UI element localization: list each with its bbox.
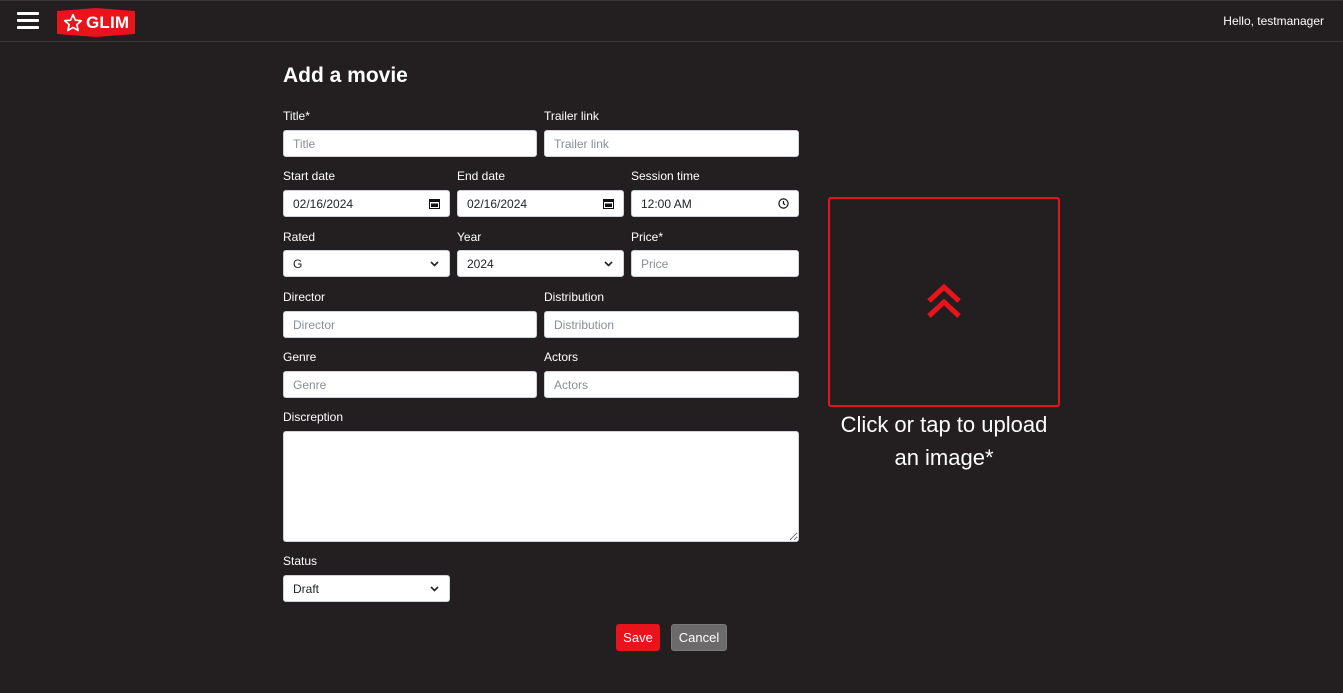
- chevron-down-icon: [428, 583, 440, 595]
- glim-logo[interactable]: GLIM: [57, 8, 135, 37]
- rated-select[interactable]: G: [283, 250, 450, 277]
- upload-text-line2: an image*: [894, 445, 994, 470]
- menu-icon[interactable]: [17, 12, 39, 30]
- trailer-link-input[interactable]: [544, 130, 799, 157]
- status-label: Status: [283, 554, 318, 568]
- director-input[interactable]: [283, 311, 537, 338]
- calendar-icon[interactable]: [428, 198, 440, 210]
- start-date-label: Start date: [283, 169, 336, 183]
- save-button[interactable]: Save: [616, 624, 660, 651]
- chevron-down-icon: [428, 258, 440, 270]
- title-input[interactable]: [283, 130, 537, 157]
- upload-instructions[interactable]: Click or tap to upload an image*: [828, 408, 1060, 474]
- rated-value: G: [293, 256, 303, 271]
- genre-label: Genre: [283, 350, 317, 364]
- calendar-icon[interactable]: [602, 198, 614, 210]
- star-icon: [63, 13, 83, 31]
- description-label: Discreption: [283, 410, 344, 424]
- title-label: Title*: [283, 109, 310, 123]
- session-time-value: 12:00 AM: [641, 196, 692, 211]
- user-greeting: Hello, testmanager: [1223, 14, 1324, 28]
- session-time-label: Session time: [631, 169, 700, 183]
- end-date-input[interactable]: 02/16/2024: [457, 190, 624, 217]
- actors-label: Actors: [544, 350, 579, 364]
- image-upload-dropzone[interactable]: [828, 197, 1060, 407]
- logo-text: GLIM: [86, 12, 130, 32]
- description-textarea[interactable]: [283, 431, 799, 542]
- end-date-label: End date: [457, 169, 506, 183]
- year-label: Year: [457, 230, 482, 244]
- clock-icon[interactable]: [777, 198, 789, 210]
- year-select[interactable]: 2024: [457, 250, 624, 277]
- chevron-down-icon: [602, 258, 614, 270]
- director-label: Director: [283, 290, 326, 304]
- year-value: 2024: [467, 256, 494, 271]
- distribution-label: Distribution: [544, 290, 605, 304]
- start-date-input[interactable]: 02/16/2024: [283, 190, 450, 217]
- actors-input[interactable]: [544, 371, 799, 398]
- double-chevron-up-icon: [927, 283, 961, 318]
- cancel-button[interactable]: Cancel: [671, 624, 727, 651]
- status-select[interactable]: Draft: [283, 575, 450, 602]
- end-date-value: 02/16/2024: [467, 196, 528, 211]
- upload-text-line1: Click or tap to upload: [840, 412, 1048, 437]
- price-label: Price*: [631, 230, 664, 244]
- trailer-link-label: Trailer link: [544, 109, 599, 123]
- status-value: Draft: [293, 581, 320, 596]
- rated-label: Rated: [283, 230, 316, 244]
- session-time-input[interactable]: 12:00 AM: [631, 190, 799, 217]
- distribution-input[interactable]: [544, 311, 799, 338]
- genre-input[interactable]: [283, 371, 537, 398]
- greeting-text: Hello, testmanager: [1223, 14, 1324, 28]
- start-date-value: 02/16/2024: [293, 196, 354, 211]
- price-input[interactable]: [631, 250, 799, 277]
- top-navbar: GLIM Hello, testmanager: [0, 0, 1343, 42]
- page-title: Add a movie: [283, 64, 408, 87]
